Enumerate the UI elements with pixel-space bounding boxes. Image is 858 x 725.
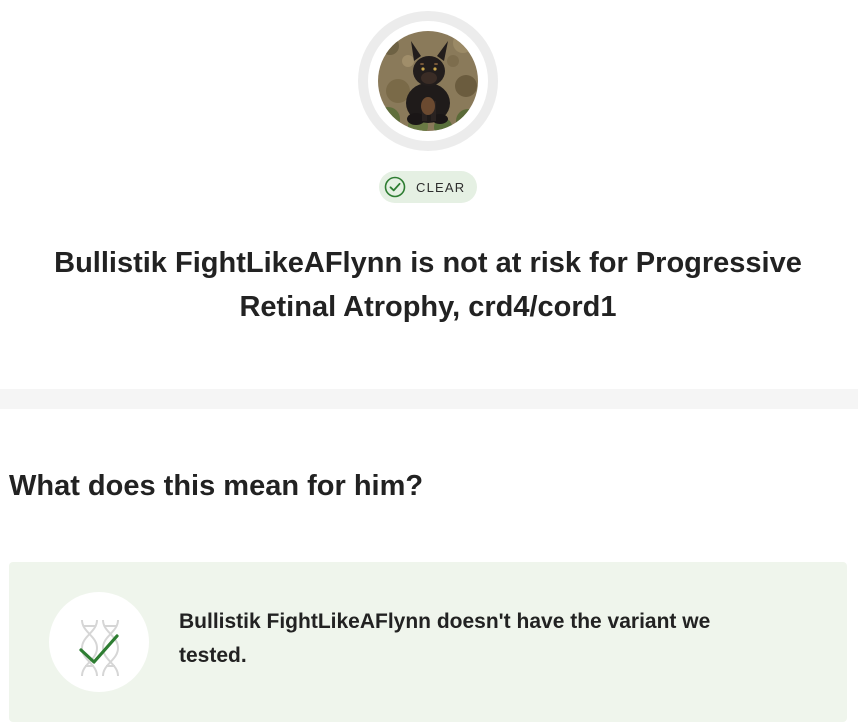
check-circle-icon: [384, 176, 406, 198]
section-heading: What does this mean for him?: [9, 470, 424, 502]
avatar: [358, 11, 498, 151]
dna-check-icon: [49, 592, 149, 692]
avatar-frame: [368, 21, 488, 141]
page: CLEAR Bullistik FightLikeAFlynn is not a…: [0, 0, 858, 725]
info-card-text: Bullistik FightLikeAFlynn doesn't have t…: [179, 610, 711, 667]
section-divider: [0, 389, 858, 409]
status-badge: CLEAR: [379, 171, 477, 203]
status-badge-label: CLEAR: [416, 179, 466, 195]
dog-photo: [378, 31, 478, 131]
info-card: Bullistik FightLikeAFlynn doesn't have t…: [9, 562, 847, 722]
result-headline: Bullistik FightLikeAFlynn is not at risk…: [54, 247, 802, 323]
